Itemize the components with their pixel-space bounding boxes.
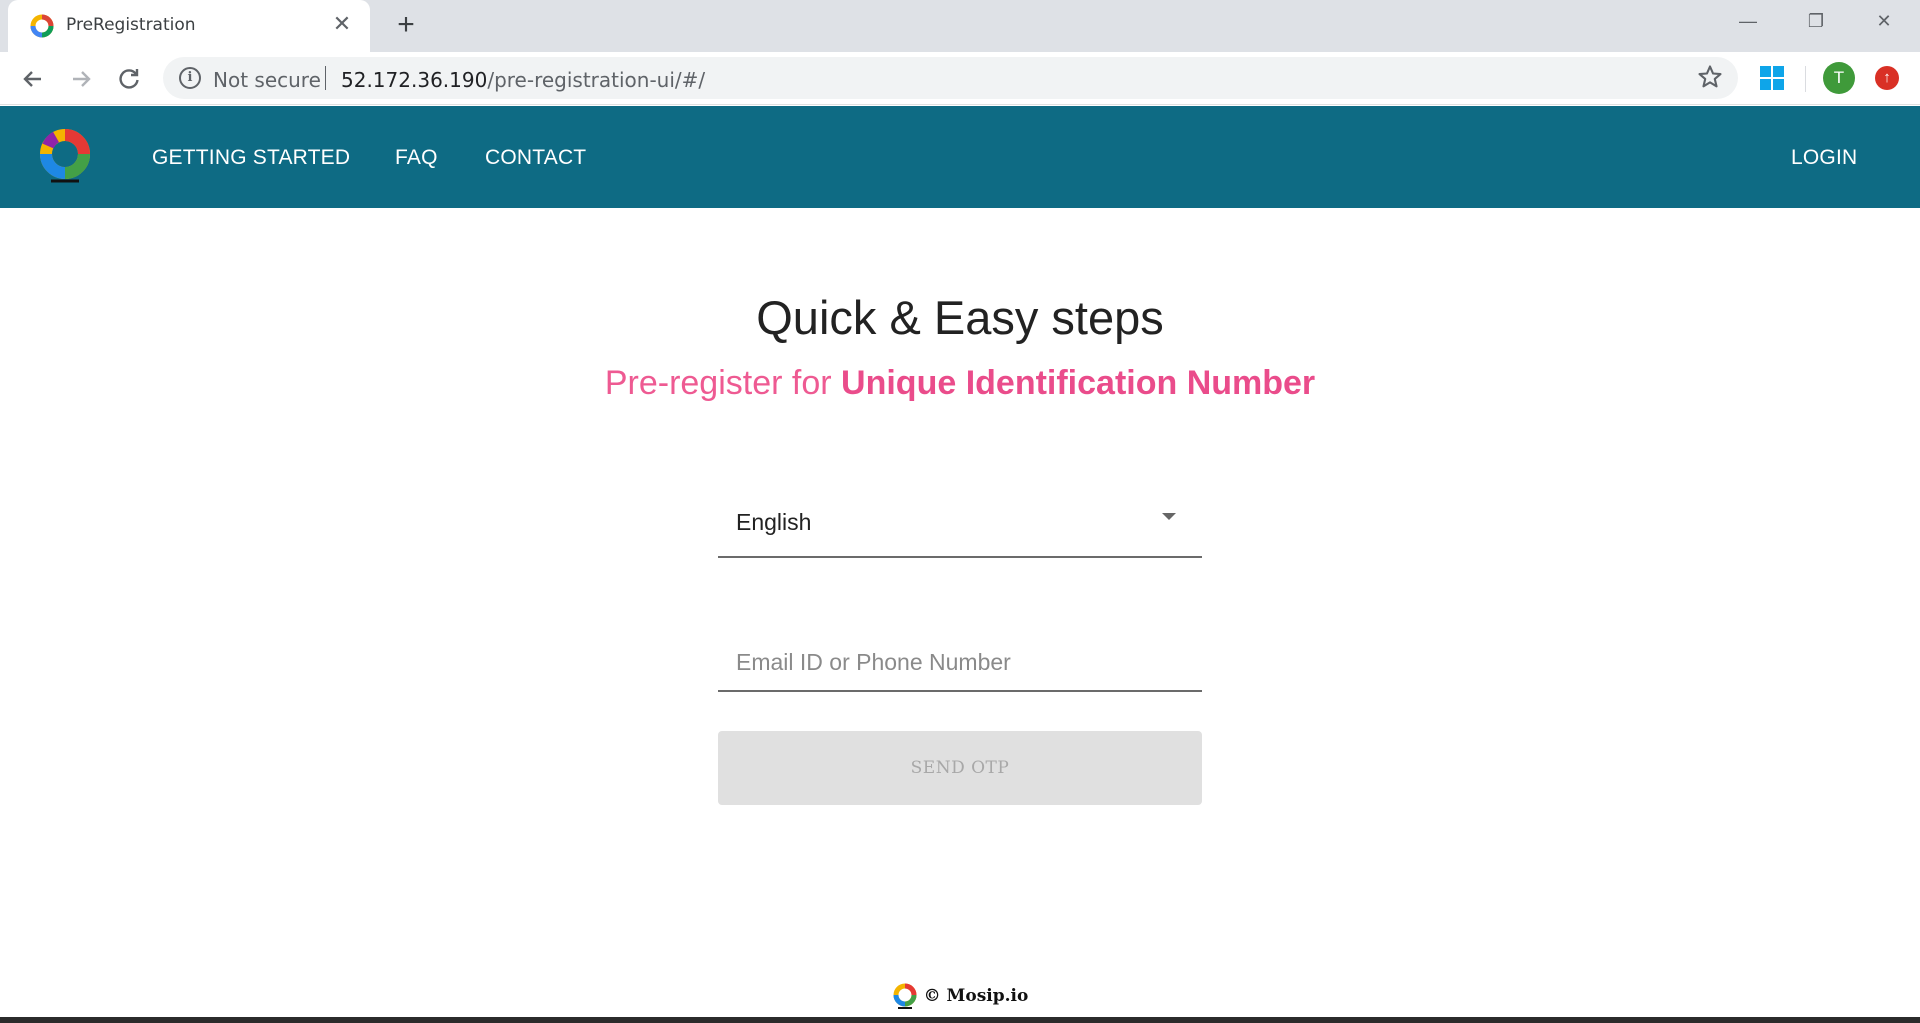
page-title: Quick & Easy steps [756,291,1164,344]
minimize-window-icon[interactable]: — [1728,6,1768,36]
taskbar-edge [0,1017,1920,1023]
arrow-right-icon[interactable] [64,62,98,96]
subtitle-prefix: Pre-register for [604,364,842,402]
url-host: 52.172.36.190 [341,68,488,92]
tab-close-icon[interactable]: ✕ [330,12,354,36]
url-text[interactable]: 52.172.36.190/pre-registration-ui/#/ [341,68,705,92]
new-tab-button[interactable]: + [390,10,422,42]
omnibox-separator [325,66,326,90]
browser-tab[interactable]: PreRegistration ✕ [8,0,370,52]
windows-icon[interactable] [1760,66,1784,90]
tab-title: PreRegistration [66,15,196,35]
toolbar-separator [1805,66,1806,92]
mosip-logo[interactable] [36,126,94,188]
nav-getting-started-link[interactable]: GETTING STARTED [152,146,350,170]
language-select-value: English [736,509,812,535]
nav-contact-link[interactable]: CONTACT [485,146,586,170]
mosip-favicon-icon [30,14,54,38]
email-or-phone-input[interactable] [718,627,1202,692]
address-bar[interactable]: i Not secure 52.172.36.190/pre-registrat… [163,57,1738,99]
login-link[interactable]: LOGIN [1791,146,1857,170]
language-select[interactable]: English [718,493,1202,558]
send-otp-button[interactable]: SEND OTP [718,731,1202,805]
browser-toolbar: i Not secure 52.172.36.190/pre-registrat… [0,52,1920,105]
arrow-left-icon[interactable] [16,62,50,96]
star-icon[interactable] [1696,63,1724,91]
update-arrow-icon[interactable]: ↑ [1875,66,1899,90]
app-navbar: GETTING STARTED FAQ CONTACT LOGIN [0,106,1920,208]
footer: © Mosip.io [0,981,1920,1011]
close-window-icon[interactable]: ✕ [1864,6,1904,36]
info-icon[interactable]: i [179,67,201,89]
reload-icon[interactable] [112,62,146,96]
footer-copyright: © Mosip.io [923,986,1029,1006]
nav-faq-link[interactable]: FAQ [395,146,438,170]
restore-window-icon[interactable]: ❐ [1796,6,1836,36]
page-subtitle: Pre-register for Unique Identification N… [0,364,1920,403]
mosip-footer-logo [893,983,917,1009]
security-label: Not secure [213,68,321,92]
browser-tab-strip: PreRegistration ✕ + — ❐ ✕ [0,0,1920,52]
subtitle-emphasis: Unique Identification Number [841,364,1316,402]
profile-avatar[interactable]: T [1823,62,1855,94]
url-path: /pre-registration-ui/#/ [487,68,706,92]
caret-down-icon [1162,513,1176,520]
